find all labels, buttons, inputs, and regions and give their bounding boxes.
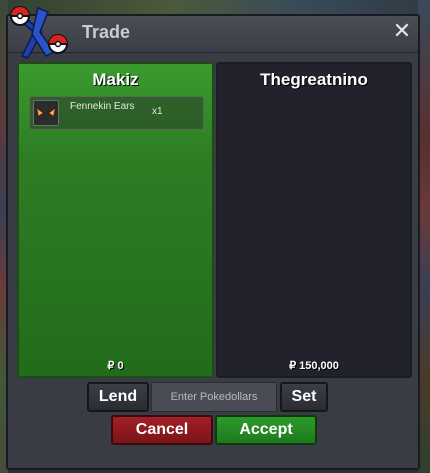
partner-money-offer: ₽ 150,000 <box>289 360 339 372</box>
item-name: Fennekin Ears <box>70 101 135 112</box>
my-offer-panel: Makiz Fennekin Ears x1 ₽ 0 <box>17 62 214 378</box>
trade-item[interactable]: Fennekin Ears x1 <box>29 96 204 130</box>
fennekin-ears-icon <box>33 100 59 126</box>
partner-offer-panel: Thegreatnino ₽ 150,000 <box>216 62 412 378</box>
item-quantity: x1 <box>152 106 163 117</box>
close-icon[interactable]: ✕ <box>392 21 412 43</box>
my-player-name: Makiz <box>92 70 139 89</box>
partner-player-name: Thegreatnino <box>260 70 368 89</box>
my-money-offer: ₽ 0 <box>107 360 124 372</box>
cancel-button[interactable]: Cancel <box>111 415 213 445</box>
lend-button[interactable]: Lend <box>87 382 149 412</box>
accept-button[interactable]: Accept <box>215 415 317 445</box>
trade-window: Trade ✕ Makiz Fennekin Ears x1 ₽ 0 Thegr… <box>6 6 420 470</box>
pokedollars-input[interactable]: Enter Pokedollars <box>151 382 277 412</box>
window-title: Trade <box>82 22 131 42</box>
set-button[interactable]: Set <box>280 382 328 412</box>
pokeball-logo-icon <box>10 6 68 59</box>
